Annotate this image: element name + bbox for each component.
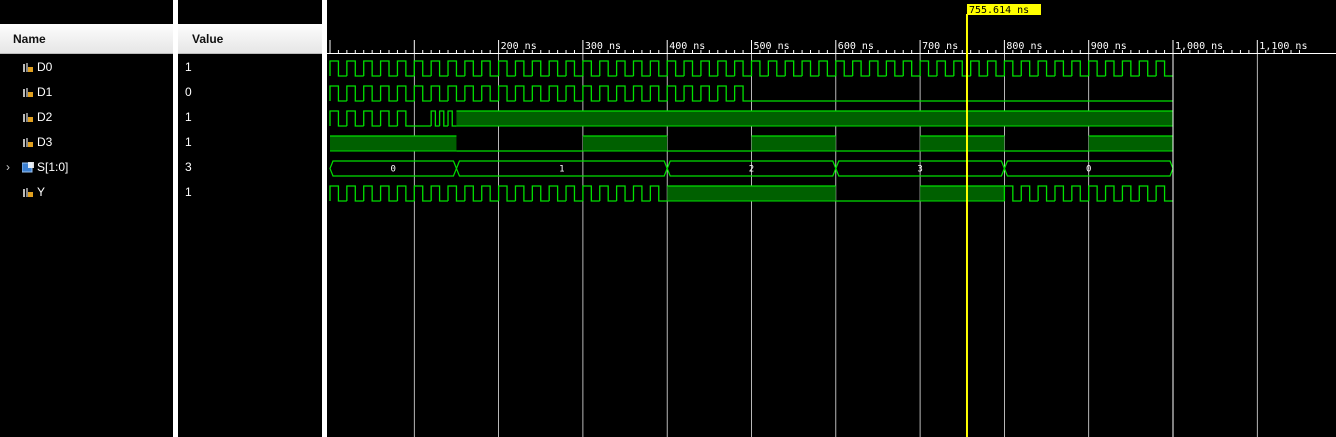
cursor-time-label: 755.614 ns (969, 5, 1029, 16)
high-fill (330, 136, 457, 151)
bit-signal-icon (23, 113, 33, 122)
signal-value-panel: Value 1 0 1 1 3 1 (178, 0, 322, 437)
signal-name-label: S[1:0] (37, 160, 69, 174)
high-fill (456, 111, 1173, 126)
signal-name-label: D2 (37, 110, 53, 124)
time-tick-label: 600 ns (838, 41, 874, 52)
time-tick-label: 300 ns (585, 41, 621, 52)
bus-value-label: 2 (749, 165, 754, 175)
bus-value-label: 0 (1086, 165, 1091, 175)
time-tick-label: 500 ns (754, 41, 790, 52)
signal-value-d1: 0 (185, 85, 192, 99)
signal-row-y[interactable]: Y (0, 180, 173, 205)
signal-value-d3: 1 (185, 135, 192, 149)
value-column-header[interactable]: Value (178, 24, 322, 54)
clock-waveform (329, 185, 668, 202)
high-fill (667, 186, 836, 201)
high-fill (582, 136, 668, 151)
expand-chevron-icon[interactable]: › (6, 155, 10, 180)
bit-signal-icon (23, 188, 33, 197)
bit-signal-icon (23, 88, 33, 97)
bit-signal-icon (23, 138, 33, 147)
time-tick-label: 800 ns (1006, 41, 1042, 52)
value-panel-top-strip (178, 0, 322, 24)
signal-value-d2: 1 (185, 110, 192, 124)
signal-value-d0: 1 (185, 60, 192, 74)
high-fill (920, 186, 1005, 201)
bus-value-label: 3 (917, 165, 922, 175)
signal-name-label: D0 (37, 60, 53, 74)
signal-name-label: D1 (37, 85, 53, 99)
name-panel-top-strip (0, 0, 173, 24)
time-tick-label: 1,100 ns (1259, 41, 1307, 52)
clock-waveform (430, 110, 457, 127)
signal-value-s10: 3 (185, 160, 192, 174)
clock-waveform (329, 85, 752, 102)
waveform-canvas[interactable]: 200 ns 300 ns 400 ns 500 ns 600 ns 700 ns 800 … (327, 0, 1336, 437)
signal-row-d2[interactable]: D2 (0, 105, 173, 130)
bit-signal-icon (23, 63, 33, 72)
signal-row-d3[interactable]: D3 (0, 130, 173, 155)
bus-value-label: 1 (559, 165, 564, 175)
high-fill (751, 136, 836, 151)
time-tick-label: 1,000 ns (1175, 41, 1223, 52)
clock-waveform (329, 110, 415, 127)
time-tick-label: 700 ns (922, 41, 958, 52)
clock-waveform (329, 60, 1173, 77)
signal-name-label: D3 (37, 135, 53, 149)
signal-name-label: Y (37, 185, 46, 199)
signal-value-y: 1 (185, 185, 192, 199)
signal-row-s10[interactable]: › S[1:0] (0, 155, 173, 180)
signal-row-d0[interactable]: D0 (0, 55, 173, 80)
time-tick-label: 400 ns (669, 41, 705, 52)
name-column-header[interactable]: Name (0, 24, 173, 54)
signal-name-panel: Name D0 D1 D2 D3 › S[1:0] Y (0, 0, 173, 437)
high-fill (1088, 136, 1173, 151)
time-tick-label: 900 ns (1091, 41, 1127, 52)
signal-row-d1[interactable]: D1 (0, 80, 173, 105)
clock-waveform (1003, 185, 1173, 202)
time-tick-label: 200 ns (501, 41, 537, 52)
bus-signal-icon (22, 162, 34, 173)
high-fill (920, 136, 1005, 151)
bus-value-label: 0 (391, 165, 396, 175)
